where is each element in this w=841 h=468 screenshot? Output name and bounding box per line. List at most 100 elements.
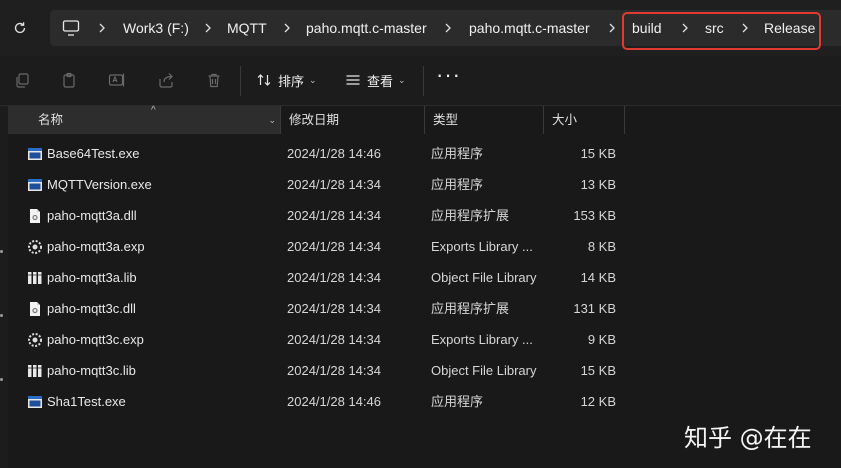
file-name: Sha1Test.exe: [47, 394, 126, 409]
file-name: paho-mqtt3c.exp: [47, 332, 144, 347]
view-label: 查看: [367, 73, 394, 89]
breadcrumb-item-paho-1[interactable]: paho.mqtt.c-master: [306, 10, 427, 46]
column-header-type-label: 类型: [433, 113, 459, 127]
lib-icon: [27, 270, 43, 286]
view-button[interactable]: 查看 ⌄: [345, 66, 406, 94]
file-list: ^ 名称 ⌄ 修改日期 类型 大小 Base64Test.exe 2024/1/2…: [8, 105, 841, 468]
share-button[interactable]: [154, 68, 178, 92]
address-bar: Work3 (F:) MQTT paho.mqtt.c-master paho.…: [0, 0, 841, 56]
paste-button[interactable]: [57, 68, 81, 92]
file-name: MQTTVersion.exe: [47, 177, 152, 192]
file-type: Exports Library ...: [431, 332, 533, 347]
column-header-date-label: 修改日期: [289, 113, 340, 127]
refresh-icon: [14, 22, 26, 34]
breadcrumb-item-paho-2[interactable]: paho.mqtt.c-master: [469, 10, 590, 46]
paste-icon: [63, 72, 75, 88]
file-type: Object File Library: [431, 363, 537, 378]
file-row[interactable]: paho-mqtt3c.exp 2024/1/28 14:34 Exports Li…: [8, 324, 841, 355]
sort-label: 排序: [278, 73, 305, 89]
sort-button[interactable]: 排序 ⌄: [256, 66, 317, 94]
column-header-size[interactable]: 大小: [544, 106, 625, 134]
trash-icon: [208, 73, 220, 88]
delete-button[interactable]: [202, 68, 226, 92]
more-options-button[interactable]: ···: [436, 64, 460, 90]
dll-icon: [27, 208, 43, 224]
file-date: 2024/1/28 14:34: [287, 270, 381, 285]
view-list-icon: [346, 75, 360, 85]
file-row[interactable]: paho-mqtt3a.lib 2024/1/28 14:34 Object Fil…: [8, 262, 841, 293]
column-header-size-label: 大小: [552, 113, 578, 127]
file-size: 12 KB: [580, 394, 616, 409]
sort-up-icon: ^: [151, 105, 156, 116]
breadcrumb-item-drive[interactable]: Work3 (F:): [123, 10, 189, 46]
file-type: Object File Library: [431, 270, 537, 285]
column-header-row: ^ 名称 ⌄ 修改日期 类型 大小: [8, 105, 841, 134]
chevron-right-icon: [609, 23, 615, 33]
file-date: 2024/1/28 14:34: [287, 208, 381, 223]
file-date: 2024/1/28 14:46: [287, 146, 381, 161]
file-size: 14 KB: [580, 270, 616, 285]
file-row[interactable]: paho-mqtt3a.dll 2024/1/28 14:34 应用程序扩展 153 …: [8, 200, 841, 231]
file-type: Exports Library ...: [431, 239, 533, 254]
sort-icon: [257, 74, 271, 86]
rename-button[interactable]: [105, 68, 129, 92]
rename-icon: [108, 73, 125, 87]
breadcrumb-item-mqtt[interactable]: MQTT: [227, 10, 267, 46]
file-type: 应用程序扩展: [431, 301, 510, 316]
chevron-right-icon: [99, 23, 105, 33]
file-name: paho-mqtt3c.lib: [47, 363, 136, 378]
file-date: 2024/1/28 14:34: [287, 177, 381, 192]
dll-icon: [27, 301, 43, 317]
column-header-name[interactable]: ^ 名称 ⌄: [8, 105, 281, 134]
file-name: paho-mqtt3a.lib: [47, 270, 137, 285]
exe-icon: [27, 177, 43, 193]
command-bar: 排序 ⌄ 查看 ⌄ ···: [0, 56, 841, 106]
file-date: 2024/1/28 14:34: [287, 363, 381, 378]
file-size: 13 KB: [580, 177, 616, 192]
file-row[interactable]: paho-mqtt3c.lib 2024/1/28 14:34 Object Fil…: [8, 355, 841, 386]
chevron-down-icon[interactable]: ⌄: [268, 106, 276, 134]
watermark: 知乎 @在在: [684, 424, 812, 452]
file-type: 应用程序: [431, 146, 484, 161]
chevron-right-icon: [445, 23, 451, 33]
chevron-right-icon: [205, 23, 211, 33]
copy-icon: [16, 73, 29, 88]
file-row[interactable]: paho-mqtt3a.exp 2024/1/28 14:34 Exports Li…: [8, 231, 841, 262]
lib-icon: [27, 363, 43, 379]
column-header-name-label: 名称: [38, 113, 64, 127]
exe-icon: [27, 146, 43, 162]
toolbar-separator: [240, 66, 241, 96]
file-name: paho-mqtt3a.exp: [47, 239, 145, 254]
chevron-right-icon: [284, 23, 290, 33]
column-header-date[interactable]: 修改日期: [281, 106, 425, 134]
red-highlight-box: [622, 12, 821, 50]
exe-icon: [27, 394, 43, 410]
file-size: 15 KB: [580, 363, 616, 378]
toolbar-separator: [423, 66, 424, 96]
file-size: 8 KB: [587, 239, 616, 254]
file-size: 15 KB: [580, 146, 616, 161]
file-size: 131 KB: [573, 301, 616, 316]
chevron-down-icon: ⌄: [398, 74, 406, 85]
file-size: 9 KB: [587, 332, 616, 347]
file-date: 2024/1/28 14:34: [287, 332, 381, 347]
file-size: 153 KB: [573, 208, 616, 223]
file-type: 应用程序扩展: [431, 208, 510, 223]
file-date: 2024/1/28 14:46: [287, 394, 381, 409]
file-date: 2024/1/28 14:34: [287, 239, 381, 254]
file-date: 2024/1/28 14:34: [287, 301, 381, 316]
exp-icon: [27, 239, 43, 255]
exp-icon: [27, 332, 43, 348]
column-header-type[interactable]: 类型: [425, 106, 544, 134]
file-row[interactable]: paho-mqtt3c.dll 2024/1/28 14:34 应用程序扩展 131 …: [8, 293, 841, 324]
file-row[interactable]: Base64Test.exe 2024/1/28 14:46 应用程序 15 KB: [8, 138, 841, 169]
file-type: 应用程序: [431, 177, 484, 192]
file-name: Base64Test.exe: [47, 146, 140, 161]
this-pc-icon[interactable]: [62, 10, 80, 46]
file-name: paho-mqtt3c.dll: [47, 301, 136, 316]
file-row[interactable]: MQTTVersion.exe 2024/1/28 14:34 应用程序 13 KB: [8, 169, 841, 200]
file-row[interactable]: Sha1Test.exe 2024/1/28 14:46 应用程序 12 KB: [8, 386, 841, 417]
copy-button[interactable]: [10, 68, 34, 92]
refresh-button[interactable]: [8, 16, 32, 40]
edge-dots: [0, 250, 4, 442]
